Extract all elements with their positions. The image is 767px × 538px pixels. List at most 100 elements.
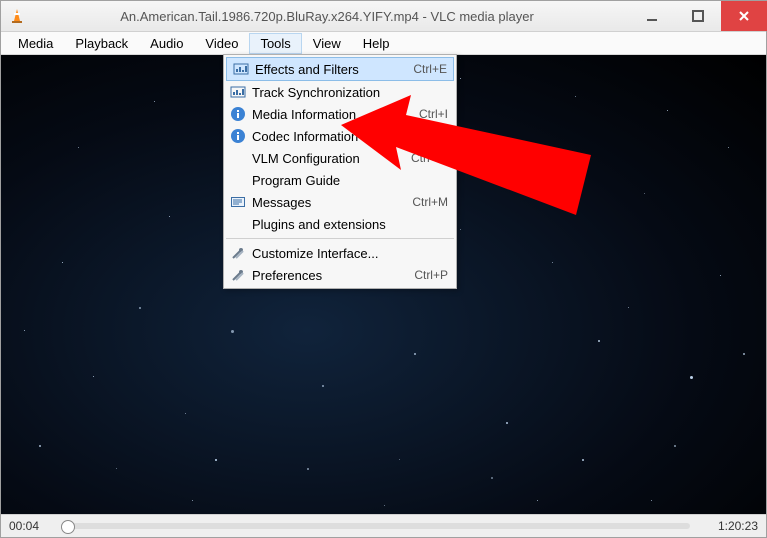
star: [506, 422, 508, 424]
star: [62, 262, 63, 263]
star: [728, 147, 729, 148]
menu-item-customize-interface[interactable]: Customize Interface...: [224, 242, 456, 264]
star: [628, 307, 629, 308]
menu-item-effects-and-filters[interactable]: Effects and FiltersCtrl+E: [226, 57, 454, 81]
menu-item-label: Codec Information: [252, 129, 416, 144]
menu-item-label: Plugins and extensions: [252, 217, 448, 232]
menu-item-label: Messages: [252, 195, 412, 210]
seek-bar-row: 00:04 1:20:23: [1, 514, 766, 537]
star: [414, 353, 416, 355]
menu-item-shortcut: Ctrl+J: [416, 129, 448, 143]
info-icon: [224, 128, 252, 144]
messages-icon: [224, 196, 252, 208]
menu-item-label: Effects and Filters: [255, 62, 413, 77]
star: [651, 500, 652, 501]
menu-label: Playback: [75, 36, 128, 51]
menu-item-codec-information[interactable]: Codec InformationCtrl+J: [224, 125, 456, 147]
star: [537, 156, 538, 157]
seek-knob[interactable]: [61, 520, 75, 534]
titlebar: An.American.Tail.1986.720p.BluRay.x264.Y…: [1, 1, 766, 32]
menu-item-messages[interactable]: MessagesCtrl+M: [224, 191, 456, 213]
star: [575, 96, 576, 97]
menu-item-label: VLM Configuration: [252, 151, 411, 166]
star: [185, 413, 186, 414]
star: [231, 330, 234, 333]
menu-label: Video: [205, 36, 238, 51]
tools-icon: [224, 245, 252, 261]
star: [460, 229, 461, 230]
star: [215, 459, 217, 461]
star: [24, 330, 25, 331]
star: [491, 477, 493, 479]
vlc-window: An.American.Tail.1986.720p.BluRay.x264.Y…: [0, 0, 767, 538]
star: [674, 445, 676, 447]
menu-item-label: Program Guide: [252, 173, 448, 188]
window-controls: [629, 1, 767, 31]
menu-item-shortcut: Ctrl+W: [411, 151, 448, 165]
menu-item-preferences[interactable]: PreferencesCtrl+P: [224, 264, 456, 286]
menu-label: View: [313, 36, 341, 51]
menu-label: Help: [363, 36, 390, 51]
menu-separator: [226, 238, 454, 239]
star: [460, 78, 461, 79]
star: [667, 110, 668, 111]
menu-item-program-guide[interactable]: Program Guide: [224, 169, 456, 191]
vlc-app-icon: [9, 8, 25, 24]
star: [78, 147, 79, 148]
menu-label: Tools: [260, 36, 290, 51]
elapsed-time: 00:04: [9, 519, 59, 533]
menu-item-label: Media Information: [252, 107, 419, 122]
star: [307, 468, 309, 470]
menu-playback[interactable]: Playback: [64, 33, 139, 54]
equalizer-icon: [224, 86, 252, 98]
star: [743, 353, 745, 355]
menu-media[interactable]: Media: [7, 33, 64, 54]
menu-item-shortcut: Ctrl+M: [412, 195, 448, 209]
menu-item-shortcut: Ctrl+P: [414, 268, 448, 282]
star: [644, 193, 645, 194]
menu-item-label: Track Synchronization: [252, 85, 448, 100]
star: [384, 505, 385, 506]
tools-icon: [224, 267, 252, 283]
menu-item-vlm-configuration[interactable]: VLM ConfigurationCtrl+W: [224, 147, 456, 169]
close-button[interactable]: [721, 1, 767, 31]
star: [169, 216, 170, 217]
menu-item-media-information[interactable]: Media InformationCtrl+I: [224, 103, 456, 125]
menu-label: Audio: [150, 36, 183, 51]
star: [399, 459, 400, 460]
menu-item-track-synchronization[interactable]: Track Synchronization: [224, 81, 456, 103]
star: [154, 101, 155, 102]
menu-video[interactable]: Video: [194, 33, 249, 54]
tools-menu-dropdown: Effects and FiltersCtrl+E Track Synchroni…: [223, 54, 457, 289]
star: [598, 340, 600, 342]
menu-item-label: Customize Interface...: [252, 246, 448, 261]
total-time: 1:20:23: [698, 519, 758, 533]
menu-item-shortcut: Ctrl+E: [413, 62, 447, 76]
star: [690, 376, 693, 379]
info-icon: [224, 106, 252, 122]
star: [139, 307, 141, 309]
star: [93, 376, 94, 377]
menubar: Media Playback Audio Video Tools View Help: [1, 32, 766, 55]
star: [552, 262, 553, 263]
menu-audio[interactable]: Audio: [139, 33, 194, 54]
star: [192, 500, 193, 501]
maximize-button[interactable]: [675, 1, 721, 31]
menu-item-label: Preferences: [252, 268, 414, 283]
star: [582, 459, 584, 461]
menu-label: Media: [18, 36, 53, 51]
menu-tools[interactable]: Tools: [249, 33, 301, 54]
menu-item-shortcut: Ctrl+I: [419, 107, 448, 121]
window-title: An.American.Tail.1986.720p.BluRay.x264.Y…: [25, 9, 629, 24]
menu-item-plugins-and-extensions[interactable]: Plugins and extensions: [224, 213, 456, 235]
star: [39, 445, 41, 447]
star: [116, 468, 117, 469]
equalizer-icon: [227, 63, 255, 75]
star: [322, 385, 324, 387]
star: [720, 275, 721, 276]
menu-help[interactable]: Help: [352, 33, 401, 54]
minimize-button[interactable]: [629, 1, 675, 31]
menu-view[interactable]: View: [302, 33, 352, 54]
star: [537, 500, 538, 501]
seek-track[interactable]: [67, 523, 690, 529]
